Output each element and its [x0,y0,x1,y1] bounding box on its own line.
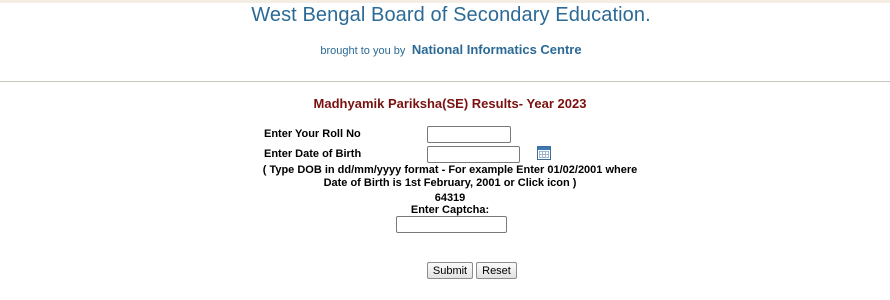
roll-number-input[interactable] [427,126,511,143]
dob-label: Enter Date of Birth [264,148,362,160]
captcha-label: Enter Captcha: [410,204,490,216]
top-strip [0,0,890,3]
credit-prefix: brought to you by [320,45,406,57]
header-divider [0,81,890,82]
calendar-icon-header [538,147,550,150]
credit-line: brought to you by National Informatics C… [0,41,890,59]
dob-input[interactable] [427,146,520,163]
reset-button[interactable]: Reset [476,262,517,279]
calendar-icon-grid [539,151,549,158]
dob-format-hint: ( Type DOB in dd/mm/yyyy format - For ex… [262,164,638,189]
submit-button[interactable]: Submit [427,262,473,279]
captcha-code: 64319 [434,192,466,204]
roll-number-label: Enter Your Roll No [264,128,361,140]
results-heading: Madhyamik Pariksha(SE) Results- Year 202… [313,96,587,111]
captcha-input[interactable] [396,216,507,233]
credit-org: National Informatics Centre [411,42,582,57]
calendar-icon[interactable] [537,146,551,160]
site-title: West Bengal Board of Secondary Education… [251,4,651,26]
